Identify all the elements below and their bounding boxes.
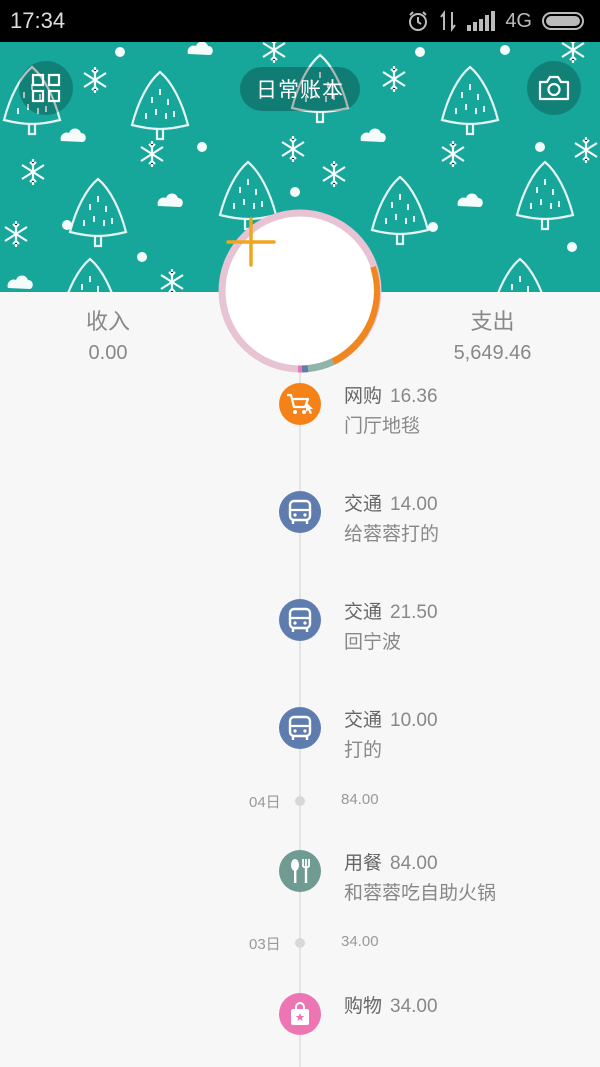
grid-icon — [31, 73, 61, 103]
day-total: 34.00 — [341, 933, 379, 950]
status-bar: 17:34 4G — [0, 0, 600, 42]
alarm-icon — [409, 11, 428, 31]
record-amount: 14.00 — [390, 494, 438, 515]
record-note: 门厅地毯 — [344, 415, 421, 437]
record-item[interactable]: 网购 16.36 门厅地毯 — [279, 383, 599, 443]
record-category: 网购 — [344, 385, 383, 407]
day-divider: 04日 84.00 — [0, 791, 600, 811]
bus-icon — [279, 491, 321, 533]
signal-icon — [467, 11, 496, 31]
account-book-selector[interactable]: 日常账本 — [240, 67, 360, 111]
record-item[interactable]: 交通 14.00 给蓉蓉打的 — [279, 491, 599, 551]
record-note: 回宁波 — [344, 631, 402, 653]
day-divider: 03日 34.00 — [0, 933, 600, 953]
add-record-button[interactable] — [226, 217, 374, 365]
record-amount: 21.50 — [390, 602, 438, 623]
battery-icon — [542, 12, 584, 30]
day-total: 84.00 — [341, 791, 379, 808]
menu-button[interactable] — [19, 61, 73, 115]
record-amount: 16.36 — [390, 386, 438, 407]
day-date: 03日 — [249, 936, 281, 953]
income-value: 0.00 — [88, 342, 128, 364]
income-summary[interactable]: 收入 0.00 — [58, 304, 158, 365]
utensils-icon — [279, 850, 321, 892]
income-label: 收入 — [85, 310, 130, 335]
add-record-widget — [218, 209, 382, 373]
bus-icon — [279, 599, 321, 641]
day-date: 04日 — [249, 794, 281, 811]
record-item[interactable]: 用餐 84.00 和蓉蓉吃自助火锅 — [279, 850, 599, 910]
bus-icon — [279, 707, 321, 749]
record-category: 交通 — [344, 493, 383, 515]
day-dot — [295, 796, 305, 806]
data-transfer-icon — [440, 10, 457, 32]
day-dot — [295, 938, 305, 948]
cart-icon — [279, 383, 321, 425]
expense-value: 5,649.46 — [453, 342, 532, 364]
record-category: 用餐 — [344, 852, 383, 874]
record-item[interactable]: 购物 34.00 — [279, 993, 599, 1053]
record-category: 购物 — [344, 995, 383, 1017]
record-category: 交通 — [344, 709, 383, 731]
record-note: 和蓉蓉吃自助火锅 — [344, 882, 497, 904]
record-amount: 10.00 — [390, 710, 438, 731]
record-note: 给蓉蓉打的 — [344, 523, 440, 545]
record-item[interactable]: 交通 21.50 回宁波 — [279, 599, 599, 659]
plus-icon — [226, 217, 276, 267]
expense-label: 支出 — [470, 310, 515, 335]
record-item[interactable]: 交通 10.00 打的 — [279, 707, 599, 767]
camera-icon — [538, 75, 570, 101]
camera-button[interactable] — [527, 61, 581, 115]
status-icons: 4G — [407, 10, 586, 33]
record-amount: 34.00 — [390, 996, 438, 1017]
record-category: 交通 — [344, 601, 383, 623]
bag-icon — [279, 993, 321, 1035]
record-amount: 84.00 — [390, 853, 438, 874]
record-note: 打的 — [344, 739, 383, 761]
network-type: 4G — [505, 9, 532, 32]
status-time: 17:34 — [10, 8, 66, 33]
expense-summary[interactable]: 支出 5,649.46 — [430, 304, 555, 365]
